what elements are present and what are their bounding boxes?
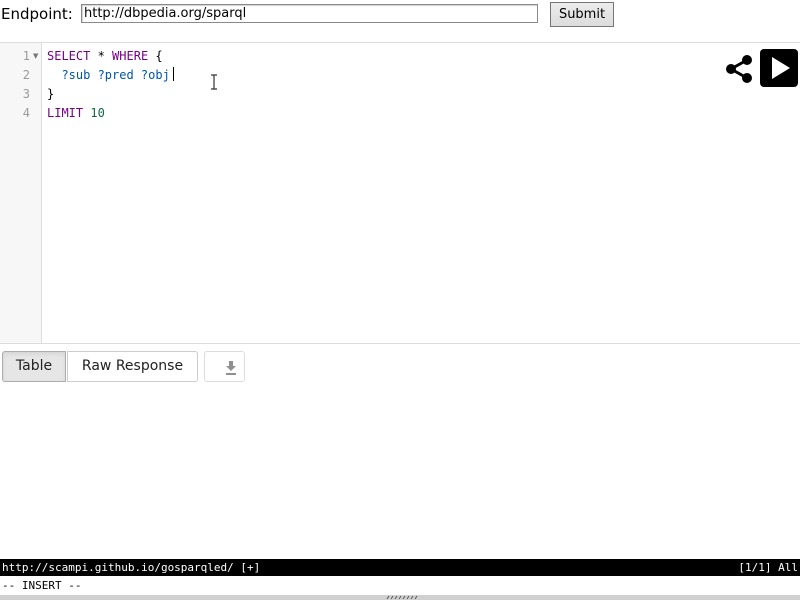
code-token: SELECT: [47, 49, 91, 63]
mode-indicator: -- INSERT --: [2, 579, 82, 592]
code-token: }: [47, 87, 55, 101]
status-position: [1/1] All: [738, 561, 798, 574]
code-line[interactable]: ?sub ?pred ?obj: [47, 66, 174, 85]
line-number: 4: [22, 106, 30, 120]
code-token: LIMIT: [47, 106, 84, 120]
query-editor[interactable]: 1 ▼ 2 3 4 SELECT * WHERE { ?sub ?pred ?o…: [0, 42, 800, 344]
text-caret: [172, 67, 174, 81]
tab-raw-response[interactable]: Raw Response: [67, 351, 198, 382]
code-area[interactable]: SELECT * WHERE { ?sub ?pred ?obj} LIMIT 1…: [47, 43, 697, 343]
download-icon: [226, 361, 236, 375]
code-line[interactable]: SELECT * WHERE {: [47, 47, 163, 66]
endpoint-url-input[interactable]: [81, 4, 538, 23]
status-url: http://scampi.github.io/gosparqled/ [+]: [2, 561, 261, 574]
submit-button[interactable]: Submit: [550, 2, 614, 27]
tab-table[interactable]: Table: [2, 351, 66, 382]
line-number: 2: [22, 68, 30, 82]
code-token: 10: [90, 106, 105, 120]
resize-grip-icon[interactable]: [385, 595, 419, 600]
text-cursor-icon: [211, 74, 217, 90]
code-line[interactable]: }: [47, 85, 54, 104]
run-query-button[interactable]: [760, 49, 798, 87]
share-icon[interactable]: [723, 53, 755, 85]
sparql-editor-page: Endpoint: Submit 1 ▼ 2 3 4 SELECT * WHER…: [0, 0, 800, 600]
code-token: {: [148, 49, 163, 63]
play-icon: [772, 57, 790, 79]
code-token: *: [90, 49, 113, 63]
code-token: WHERE: [112, 49, 149, 63]
code-token: ?sub ?pred ?obj: [47, 68, 170, 82]
mode-line: -- INSERT --: [0, 576, 800, 595]
code-line[interactable]: LIMIT 10: [47, 104, 105, 123]
line-number: 3: [22, 87, 30, 101]
browser-statusbar: http://scampi.github.io/gosparqled/ [+] …: [0, 559, 800, 576]
endpoint-row: Endpoint: Submit: [0, 2, 800, 27]
fold-arrow-icon[interactable]: ▼: [33, 47, 38, 66]
line-number: 1: [22, 49, 30, 63]
download-button[interactable]: [204, 351, 245, 382]
endpoint-label: Endpoint:: [1, 5, 73, 23]
line-number-gutter: 1 ▼ 2 3 4: [0, 43, 42, 343]
